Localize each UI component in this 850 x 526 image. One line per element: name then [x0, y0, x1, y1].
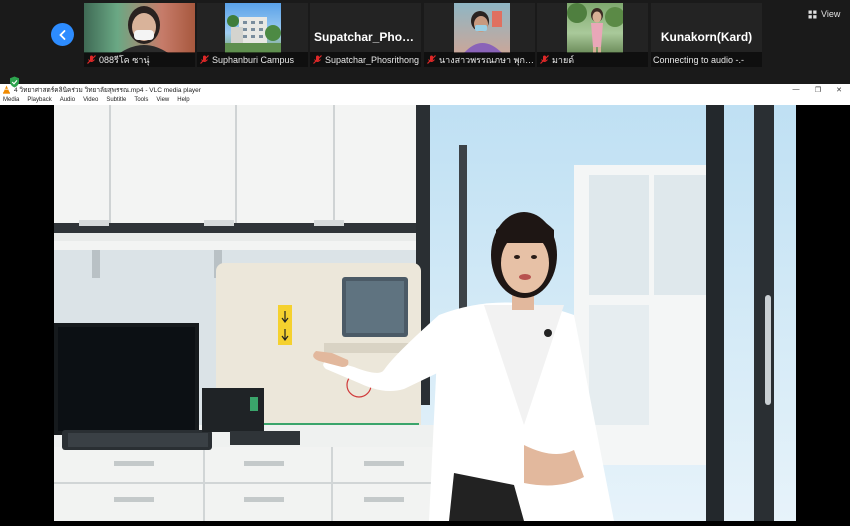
muted-microphone-icon — [540, 55, 549, 64]
menu-audio[interactable]: Audio — [60, 97, 75, 103]
participant-name: Suphanburi Campus — [212, 54, 295, 65]
participant-name: มายด์ — [552, 54, 575, 65]
participant-name: Supatchar_Phosrithong — [325, 54, 420, 65]
participant-tile[interactable]: นางสาวพรรณภษา พุกพัน... — [424, 3, 535, 67]
previous-page-button[interactable] — [51, 23, 74, 46]
participant-tile[interactable]: Suphanburi Campus — [197, 3, 308, 67]
muted-microphone-icon — [87, 55, 96, 64]
participant-video — [567, 3, 623, 53]
muted-microphone-icon — [200, 55, 209, 64]
participant-name-bar: 088รีโค ซานุ่ — [84, 52, 195, 67]
connecting-audio-status: Connecting to audio -.- — [653, 54, 745, 65]
muted-microphone-icon — [313, 55, 322, 64]
menu-subtitle[interactable]: Subtitle — [106, 97, 126, 103]
shield-check-icon — [10, 76, 19, 88]
participant-tile[interactable]: Supatchar_Phos... Supatchar_Phosrithong — [310, 3, 421, 67]
menu-playback[interactable]: Playback — [27, 97, 51, 103]
participant-name-bar: Connecting to audio -.- — [651, 52, 762, 67]
muted-microphone-icon — [427, 55, 436, 64]
participant-name-bar: Supatchar_Phosrithong — [310, 52, 421, 67]
participant-name-bar: Suphanburi Campus — [197, 52, 308, 67]
participant-video — [454, 3, 510, 53]
video-frame[interactable] — [54, 105, 796, 521]
zoom-participant-strip: 088รีโค ซานุ่ Suphanburi Campus Supatcha… — [0, 0, 850, 84]
menu-tools[interactable]: Tools — [134, 97, 148, 103]
participant-name: 088รีโค ซานุ่ — [99, 54, 150, 65]
participant-tile[interactable]: 088รีโค ซานุ่ — [84, 3, 195, 67]
vlc-window: 4 วิทยาศาสตร์คลินิคร่วม วิทยาลัยสุพรรณ.m… — [0, 76, 850, 526]
grid-view-icon — [808, 10, 817, 18]
chevron-left-icon — [58, 29, 65, 40]
participant-video — [84, 3, 195, 53]
vlc-title-bar: 4 วิทยาศาสตร์คลินิคร่วม วิทยาลัยสุพรรณ.m… — [0, 84, 850, 95]
menu-media[interactable]: Media — [3, 97, 19, 103]
participant-display-name: Kunakorn(Kard) — [660, 30, 753, 44]
participant-display-name: Supatchar_Phos... — [314, 30, 417, 44]
participant-name: นางสาวพรรณภษา พุกพัน... — [439, 54, 535, 65]
participant-tile[interactable]: Kunakorn(Kard) Connecting to audio -.- — [651, 3, 762, 67]
menu-help[interactable]: Help — [177, 97, 189, 103]
view-button[interactable]: View — [808, 7, 840, 21]
menu-view[interactable]: View — [156, 97, 169, 103]
window-title: 4 วิทยาศาสตร์คลินิคร่วม วิทยาลัยสุพรรณ.m… — [14, 86, 201, 94]
view-label: View — [821, 9, 841, 19]
maximize-button[interactable]: ❐ — [807, 84, 829, 95]
participant-tile[interactable]: มายด์ — [537, 3, 648, 67]
participant-name-bar: นางสาวพรรณภษา พุกพัน... — [424, 52, 535, 67]
participant-name-bar: มายด์ — [537, 52, 648, 67]
minimize-button[interactable]: — — [785, 84, 807, 95]
menu-video[interactable]: Video — [83, 97, 98, 103]
close-button[interactable]: ✕ — [828, 84, 850, 95]
participant-video — [225, 3, 281, 53]
vlc-menu-bar: Media Playback Audio Video Subtitle Tool… — [0, 95, 850, 105]
